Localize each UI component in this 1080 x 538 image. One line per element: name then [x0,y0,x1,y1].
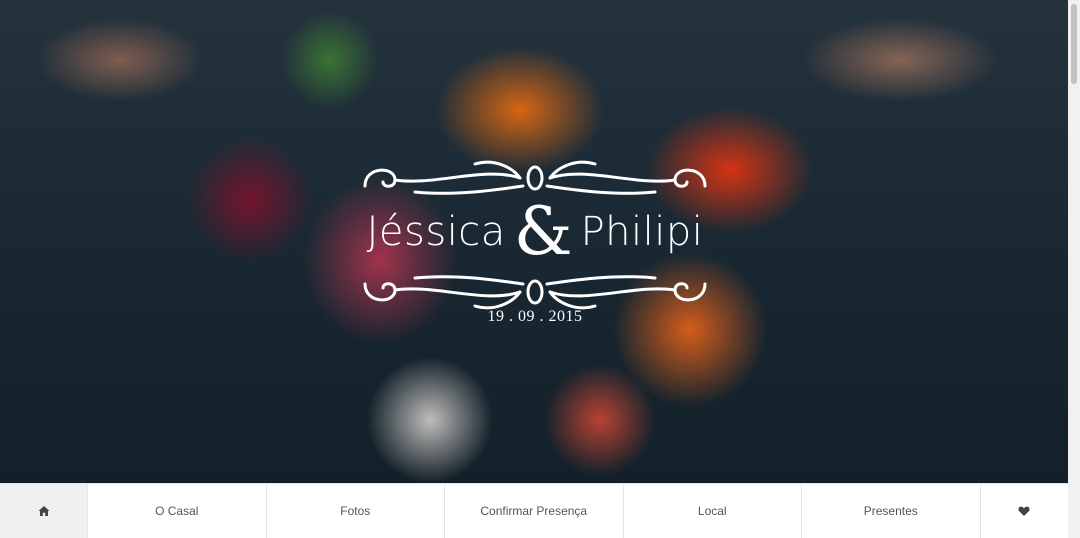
nav-item-fotos[interactable]: Fotos [267,484,445,538]
bride-name: Jéssica [366,209,506,255]
main-navigation: O Casal Fotos Confirmar Presença Local P… [0,483,1068,538]
couple-logo: Jéssica & Philipi 19 . 09 . 2015 [355,152,715,332]
groom-name: Philipi [580,209,704,255]
scrollbar-thumb[interactable] [1071,4,1077,84]
nav-heart-button[interactable] [981,484,1069,538]
heart-icon [1018,506,1030,516]
page-scrollbar[interactable] [1068,0,1080,538]
hero-banner: Jéssica & Philipi 19 . 09 . 2015 [0,0,1068,483]
home-icon [38,506,49,516]
ampersand: & [513,193,573,270]
nav-item-o-casal[interactable]: O Casal [88,484,267,538]
nav-item-confirmar-presenca[interactable]: Confirmar Presença [445,484,624,538]
couple-names: Jéssica & Philipi [355,194,715,270]
wedding-date: 19 . 09 . 2015 [487,308,583,325]
nav-item-presentes[interactable]: Presentes [802,484,981,538]
nav-item-local[interactable]: Local [624,484,802,538]
nav-home-button[interactable] [0,484,88,538]
